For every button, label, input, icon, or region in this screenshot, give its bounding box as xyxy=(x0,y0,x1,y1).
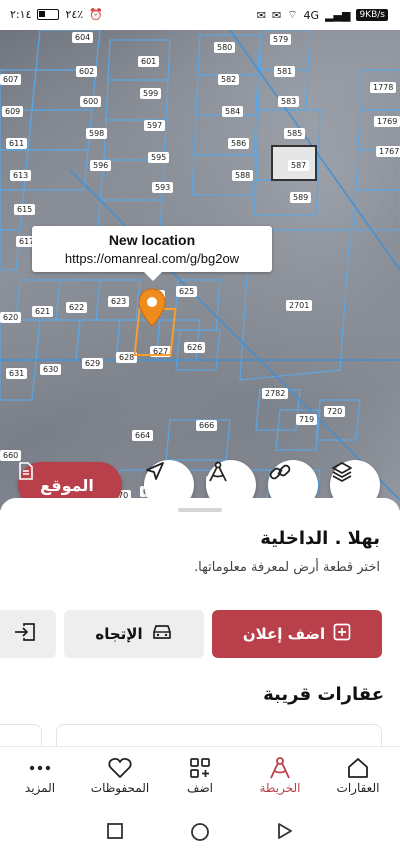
location-subtitle: اختر قطعة أرض لمعرفة معلوماتها. xyxy=(194,560,380,575)
plot-label[interactable]: 622 xyxy=(66,302,88,313)
car-icon xyxy=(151,623,173,645)
sheet-handle[interactable] xyxy=(178,508,222,512)
plot-label[interactable]: 596 xyxy=(90,160,112,171)
plot-label[interactable]: 607 xyxy=(0,74,22,85)
plot-label[interactable]: 611 xyxy=(6,138,28,149)
plot-label[interactable]: 593 xyxy=(152,182,174,193)
nav-saved[interactable]: المحفوظات xyxy=(80,755,160,795)
status-network: 4G xyxy=(303,8,320,22)
mail-icon: ✉ xyxy=(256,8,266,22)
status-bar-right: ✉ ✉ ⌔ 4G ▂▄▆ 9KB/s xyxy=(257,8,388,22)
callout-title: New location xyxy=(108,232,196,248)
plot-label[interactable]: 587 xyxy=(288,160,310,171)
bottom-sheet: بهلا . الداخلية اختر قطعة أرض لمعرفة معل… xyxy=(0,498,400,764)
exit-icon xyxy=(12,622,36,646)
map-icon xyxy=(240,755,320,781)
plot-label[interactable]: 588 xyxy=(232,170,254,181)
callout-url[interactable]: https://omanreal.com/g/bg2ow xyxy=(32,251,272,266)
plot-label[interactable]: 602 xyxy=(76,66,98,77)
plot-label[interactable]: 600 xyxy=(80,96,102,107)
plot-label[interactable]: 629 xyxy=(82,358,104,369)
plot-label[interactable]: 609 xyxy=(2,106,24,117)
plot-label[interactable]: 623 xyxy=(108,296,130,307)
status-speed: 9KB/s xyxy=(356,9,388,21)
plot-label[interactable]: 620 xyxy=(0,312,22,323)
add-grid-icon xyxy=(160,755,240,781)
status-battery: ٢٤٪ xyxy=(65,8,84,21)
plot-label[interactable]: 613 xyxy=(10,170,32,181)
plot-label[interactable]: 615 xyxy=(14,204,36,215)
plus-square-icon xyxy=(333,623,351,645)
plot-label[interactable]: 598 xyxy=(86,128,108,139)
plot-label[interactable]: 666 xyxy=(196,420,218,431)
map-view[interactable]: 604 601 602 600 599 598 597 596 595 593 … xyxy=(0,30,400,510)
signal-icon: ▂▄▆ xyxy=(325,8,351,22)
plot-label[interactable]: 2701 xyxy=(286,300,313,311)
plot-label[interactable]: 586 xyxy=(228,138,250,149)
plot-label[interactable]: 584 xyxy=(222,106,244,117)
nav-add[interactable]: اضف xyxy=(160,755,240,795)
nav-more[interactable]: المزيد xyxy=(0,755,80,795)
plot-label[interactable]: 630 xyxy=(40,364,62,375)
battery-icon xyxy=(37,9,60,20)
plot-label[interactable]: 626 xyxy=(184,342,206,353)
plot-label[interactable]: 664 xyxy=(132,430,154,441)
alarm-icon: ⏰ xyxy=(89,8,103,21)
plot-label[interactable]: 595 xyxy=(148,152,170,163)
add-listing-button[interactable]: اضف إعلان xyxy=(212,610,382,658)
home-circle-icon[interactable] xyxy=(190,822,210,846)
mail-icon-2: ✉ xyxy=(271,8,282,22)
plot-label[interactable]: 660 xyxy=(0,450,22,461)
location-label: الموقع xyxy=(40,475,94,495)
heart-icon xyxy=(80,755,160,781)
plot-label[interactable]: 580 xyxy=(214,42,236,53)
location-title: بهلا . الداخلية xyxy=(260,528,380,549)
nav-saved-label: المحفوظات xyxy=(90,781,150,795)
plot-label[interactable]: 589 xyxy=(290,192,312,203)
location-callout[interactable]: New location https://omanreal.com/g/bg2o… xyxy=(32,226,272,281)
add-listing-label: اضف إعلان xyxy=(242,625,326,643)
back-triangle-icon[interactable] xyxy=(276,822,294,844)
plot-label[interactable]: 1778 xyxy=(370,82,397,93)
nav-properties-label: العقارات xyxy=(336,781,380,795)
recent-apps-icon[interactable] xyxy=(106,822,124,844)
plot-label[interactable]: 604 xyxy=(72,32,94,43)
plot-label[interactable]: 585 xyxy=(284,128,306,139)
status-bar-left: ٢:١٤ ٢٤٪ ⏰ xyxy=(10,8,103,21)
plot-label[interactable]: 719 xyxy=(296,414,318,425)
nav-more-label: المزيد xyxy=(24,781,56,795)
status-bar: ٢:١٤ ٢٤٪ ⏰ ✉ ✉ ⌔ 4G ▂▄▆ 9KB/s xyxy=(0,0,400,30)
plot-label[interactable]: 583 xyxy=(278,96,300,107)
plot-label[interactable]: 581 xyxy=(274,66,296,77)
plot-label[interactable]: 599 xyxy=(140,88,162,99)
nav-add-label: اضف xyxy=(187,781,213,795)
plot-label[interactable]: 1769 xyxy=(374,116,400,127)
plot-label[interactable]: 720 xyxy=(324,406,346,417)
plot-label[interactable]: 2782 xyxy=(262,388,289,399)
plot-label[interactable]: 621 xyxy=(32,306,54,317)
plot-label[interactable]: 597 xyxy=(144,120,166,131)
wifi-icon: ⌔ xyxy=(287,8,298,21)
plot-label[interactable]: 631 xyxy=(6,368,28,379)
plot-label[interactable]: 601 xyxy=(138,56,160,67)
app-screen: ٢:١٤ ٢٤٪ ⏰ ✉ ✉ ⌔ 4G ▂▄▆ 9KB/s 604 601 60… xyxy=(0,0,400,856)
plot-label[interactable]: 579 xyxy=(270,34,292,45)
exit-button[interactable] xyxy=(0,610,56,658)
directions-button[interactable]: الإتجاه xyxy=(64,610,204,658)
plot-label[interactable]: 1767 xyxy=(376,146,400,157)
nav-map-label: الخريطة xyxy=(259,781,301,795)
bottom-nav: العقارات الخريطة اضف المحفوظات المزيد xyxy=(0,746,400,808)
more-icon xyxy=(0,755,80,781)
directions-label: الإتجاه xyxy=(95,625,143,643)
nav-map[interactable]: الخريطة xyxy=(240,755,320,795)
status-time: ٢:١٤ xyxy=(10,8,32,21)
nav-properties[interactable]: العقارات xyxy=(318,755,398,795)
home-icon xyxy=(318,755,398,781)
nearby-section-title: عقارات قريبة xyxy=(263,684,384,705)
plot-label[interactable]: 625 xyxy=(176,286,198,297)
system-nav-bar xyxy=(0,808,400,856)
plot-label[interactable]: 582 xyxy=(218,74,240,85)
